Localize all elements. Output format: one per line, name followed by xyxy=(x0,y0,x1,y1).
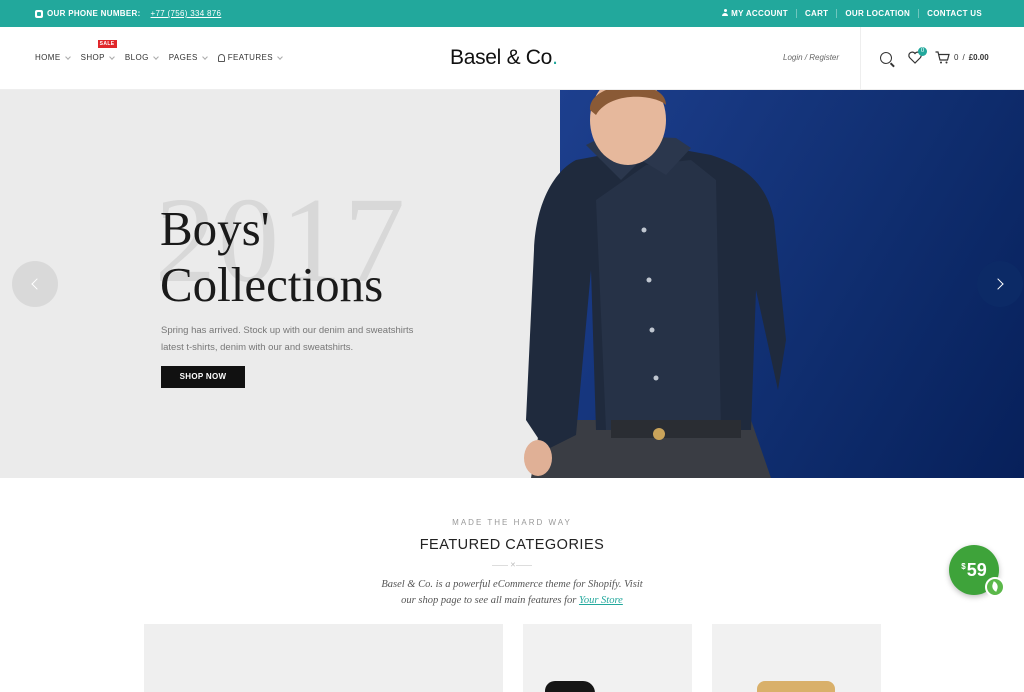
wishlist-count-badge: 0 xyxy=(918,47,927,56)
wishlist-button[interactable]: 0 xyxy=(908,47,927,64)
user-icon xyxy=(722,9,729,16)
hero-model-image xyxy=(524,90,786,478)
title-divider: ✕ xyxy=(492,562,532,569)
nav-item-home[interactable]: HOME xyxy=(35,53,71,62)
featured-description: Basel & Co. is a powerful eCommerce them… xyxy=(0,577,1024,609)
logo-dot: . xyxy=(552,46,558,69)
leaf-icon xyxy=(985,577,1005,597)
phone-icon xyxy=(35,9,43,18)
top-bar: OUR PHONE NUMBER: +77 (756) 334 876 MY A… xyxy=(0,0,1024,27)
chevron-down-icon xyxy=(201,53,208,60)
our-location-link[interactable]: OUR LOCATION xyxy=(836,9,918,18)
chevron-down-icon xyxy=(109,53,115,60)
phone-label: OUR PHONE NUMBER: xyxy=(47,9,141,18)
featured-title: FEATURED CATEGORIES xyxy=(419,537,605,553)
logo-text: Basel & Co xyxy=(450,46,553,69)
header-divider xyxy=(860,27,861,90)
my-account-label: MY ACCOUNT xyxy=(731,9,788,18)
nav-label: PAGES xyxy=(168,53,198,62)
chevron-left-icon xyxy=(31,278,43,290)
phone-info: OUR PHONE NUMBER: +77 (756) 334 876 xyxy=(35,9,221,18)
top-links: MY ACCOUNT CART OUR LOCATION CONTACT US xyxy=(714,9,990,18)
hero-desc-line2: latest t-shirts, denim with our and swea… xyxy=(161,342,354,353)
header-icons: 0 0 / £0.00 xyxy=(880,47,989,64)
price-badge[interactable]: $59 xyxy=(949,545,1005,597)
login-register-link[interactable]: Login / Register xyxy=(783,53,839,62)
nav-item-features[interactable]: FEATURES xyxy=(217,53,283,62)
slider-prev-button[interactable] xyxy=(12,261,58,307)
site-logo[interactable]: Basel & Co. xyxy=(450,46,558,70)
nav-label: HOME xyxy=(35,53,61,62)
cart-count: 0 xyxy=(954,53,959,62)
hero-slider: 2017 Boys' Collections Spring has arrive… xyxy=(0,90,1024,478)
featured-desc-prefix: our shop page to see all main features f… xyxy=(401,595,577,606)
my-account-link[interactable]: MY ACCOUNT xyxy=(714,9,796,18)
category-card[interactable] xyxy=(523,624,692,692)
hat-image xyxy=(757,681,835,692)
featured-subtitle: MADE THE HARD WAY xyxy=(452,518,572,527)
search-icon[interactable] xyxy=(880,51,892,64)
nav-label: SHOP xyxy=(80,53,105,62)
cart-separator: / xyxy=(962,53,965,62)
hero-title-line2: Collections xyxy=(160,257,384,312)
shop-now-button[interactable]: SHOP NOW xyxy=(161,366,245,388)
sale-badge: SALE xyxy=(97,40,117,48)
chevron-down-icon xyxy=(64,53,71,60)
hero-title: Boys' Collections xyxy=(160,201,383,313)
chevron-down-icon xyxy=(277,53,283,60)
divider-x-icon: ✕ xyxy=(510,562,516,569)
nav-item-shop[interactable]: SALE SHOP xyxy=(80,40,117,62)
hero-desc-line1: Spring has arrived. Stock up with our de… xyxy=(161,325,414,336)
nav-label: FEATURES xyxy=(227,53,273,62)
hero-description: Spring has arrived. Stock up with our de… xyxy=(161,322,471,356)
category-card[interactable] xyxy=(712,624,881,692)
shoe-image xyxy=(545,681,595,692)
bell-icon xyxy=(217,53,225,62)
cart-icon xyxy=(935,51,950,64)
phone-number-link[interactable]: +77 (756) 334 876 xyxy=(151,9,222,18)
chevron-right-icon xyxy=(992,278,1004,290)
featured-desc-line1: Basel & Co. is a powerful eCommerce them… xyxy=(381,579,643,590)
nav-item-blog[interactable]: BLOG xyxy=(124,53,159,62)
contact-us-link[interactable]: CONTACT US xyxy=(918,9,990,18)
your-store-link[interactable]: Your Store xyxy=(579,595,623,606)
price-currency: $ xyxy=(961,561,966,571)
price-amount: 59 xyxy=(966,559,987,580)
nav-item-pages[interactable]: PAGES xyxy=(168,53,208,62)
nav-label: BLOG xyxy=(124,53,149,62)
slider-next-button[interactable] xyxy=(977,261,1023,307)
main-nav: HOME SALE SHOP BLOG PAGES FEATURES xyxy=(35,40,283,62)
cart-link[interactable]: CART xyxy=(795,9,836,18)
cart-total: £0.00 xyxy=(968,53,989,62)
featured-desc-line2: our shop page to see all main features f… xyxy=(0,593,1024,609)
main-header: HOME SALE SHOP BLOG PAGES FEATURES Basel … xyxy=(0,27,1024,90)
hero-title-line1: Boys' xyxy=(160,201,270,256)
cart-button[interactable]: 0 / £0.00 xyxy=(935,51,989,64)
category-card[interactable] xyxy=(144,624,503,692)
chevron-down-icon xyxy=(152,53,159,60)
